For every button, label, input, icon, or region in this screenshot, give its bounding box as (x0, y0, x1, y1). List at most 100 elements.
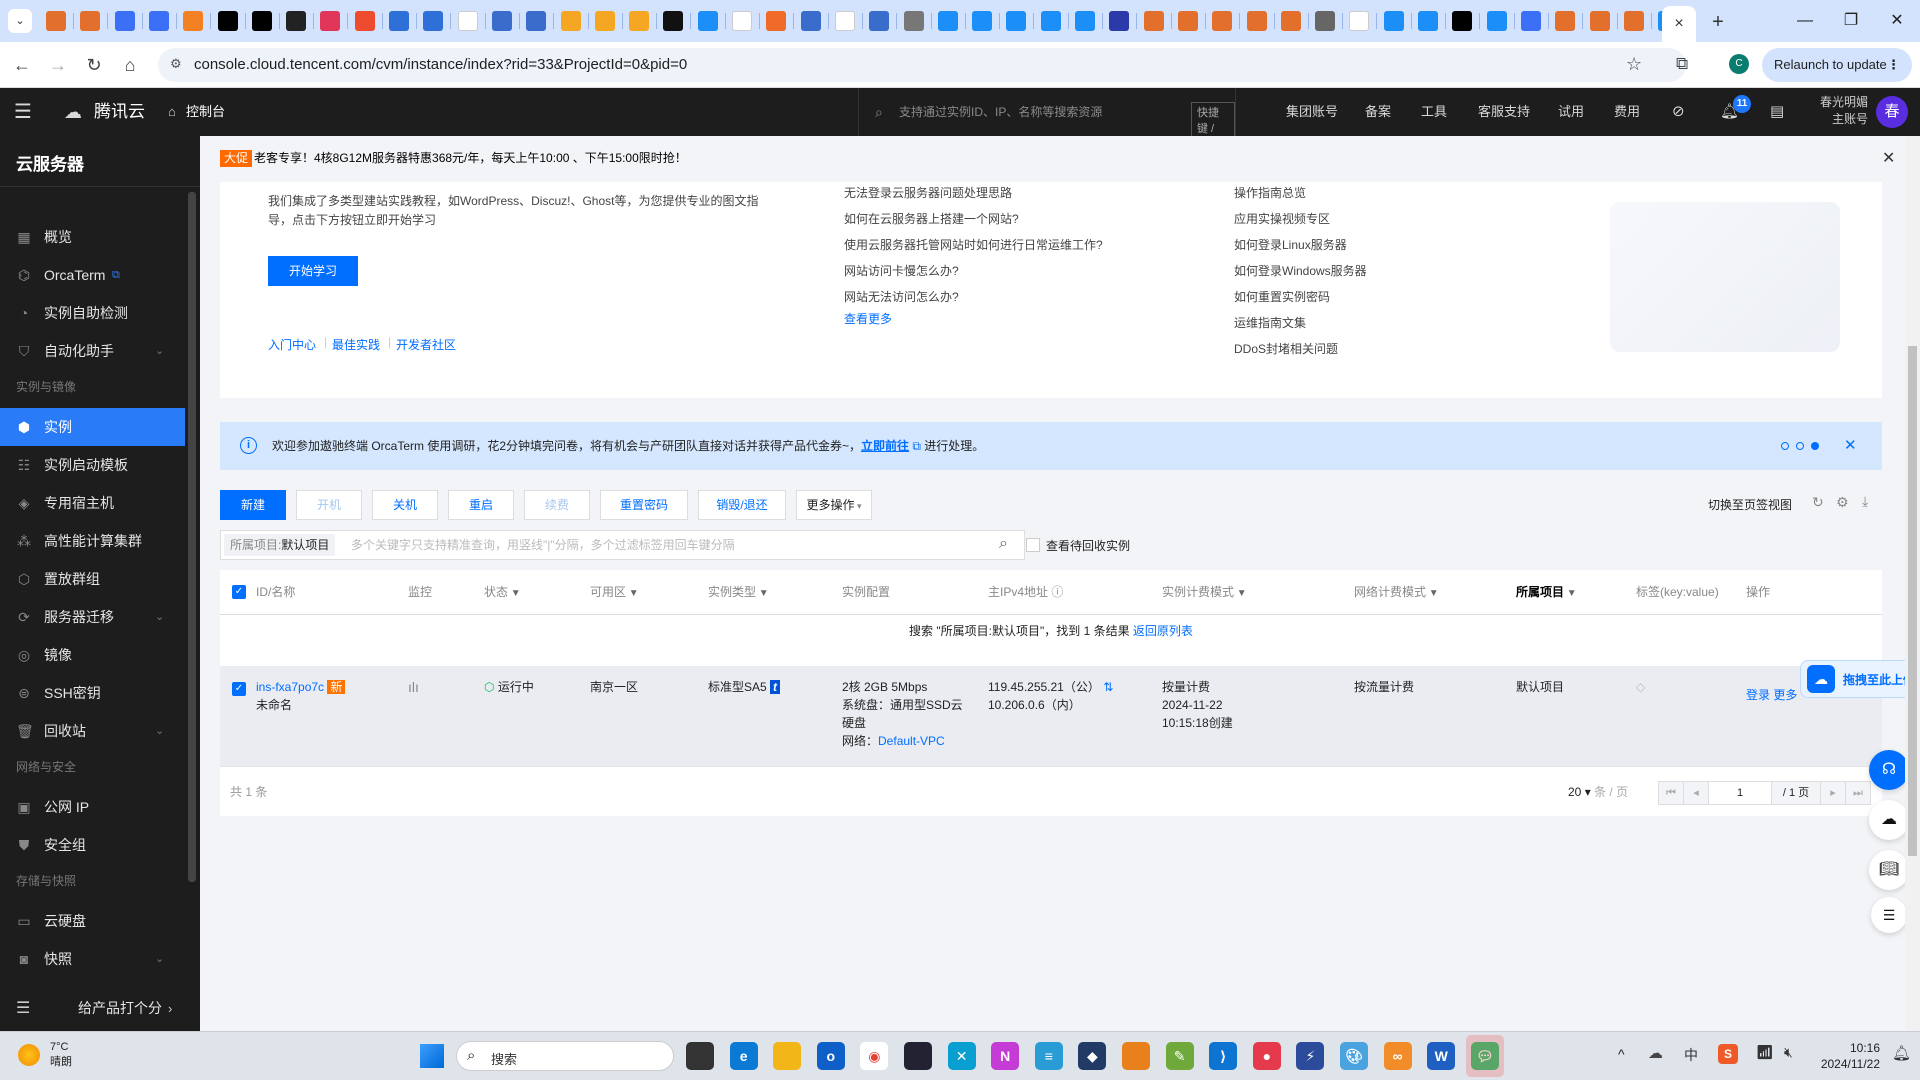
download-icon[interactable]: ⤓ (1862, 493, 1868, 510)
promo-text[interactable]: 老客专享！4核8G12M服务器特惠368元/年，每天上午10:00 、下午15:… (254, 150, 687, 167)
pinned-tab-favicon-icon[interactable] (697, 11, 718, 31)
change-ip-icon[interactable]: ⇅ (1103, 680, 1113, 694)
account-info[interactable]: 春光明媚 主账号 (1814, 94, 1868, 128)
page-scrollbar[interactable] (1905, 136, 1920, 1031)
xmind-icon[interactable]: ✕ (947, 1042, 976, 1070)
pinned-tab-favicon-icon[interactable] (526, 11, 547, 31)
sidebar-item-template[interactable]: ☷ 实例启动模板 (0, 446, 185, 484)
pinned-tab-favicon-icon[interactable] (869, 11, 890, 31)
sidebar-item-key[interactable]: ⊜ SSH密钥 (0, 674, 185, 712)
virtualbox-icon[interactable]: ◆ (1078, 1042, 1107, 1070)
pinned-tab-favicon-icon[interactable] (1520, 11, 1541, 31)
notice-link[interactable]: 立即前往 (861, 439, 909, 453)
faq-link[interactable]: 网站访问卡慢怎么办? (844, 262, 959, 279)
settings-gear-icon[interactable]: ⚙ (1836, 494, 1849, 511)
column-header[interactable]: 所属项目 ▼ (1516, 570, 1577, 614)
pinned-tab-favicon-icon[interactable] (148, 11, 169, 31)
toolbar-button-6[interactable]: 销毁/退还 (698, 490, 786, 520)
sidebar-item-placement[interactable]: ⬡ 置放群组 (0, 560, 185, 598)
pinned-tab-favicon-icon[interactable] (594, 11, 615, 31)
pinned-tab-favicon-icon[interactable] (1383, 11, 1404, 31)
nav-group-account[interactable]: 集团账号 (1286, 88, 1338, 136)
nav-tools[interactable]: 工具 (1421, 88, 1447, 136)
prev-page-button[interactable]: ◂ (1683, 781, 1709, 805)
menu-kebab-icon[interactable]: ⋮ (1887, 48, 1900, 82)
pinned-tab-favicon-icon[interactable] (423, 11, 444, 31)
hamburger-menu-icon[interactable]: ☰ (14, 88, 32, 136)
restore-button[interactable]: ❐ (1828, 6, 1874, 36)
guide-link[interactable]: DDoS封堵相关问题 (1234, 340, 1338, 357)
instance-id-link[interactable]: ins-fxa7po7c (256, 680, 324, 694)
sidebar-item-trash[interactable]: 🗑︎ 回收站 ⌄ (0, 712, 185, 750)
vscode-icon[interactable]: ⟩ (1209, 1042, 1238, 1070)
pinned-tab-favicon-icon[interactable] (1246, 11, 1267, 31)
recycle-checkbox-label[interactable]: 查看待回收实例 (1046, 537, 1130, 554)
sogou-ime-icon[interactable]: S (1718, 1044, 1738, 1064)
console-link[interactable]: 控制台 (186, 88, 225, 136)
back-to-list-link[interactable]: 返回原列表 (1133, 624, 1193, 638)
filter-icon[interactable]: ▼ (1426, 588, 1439, 599)
sidebar-item-image[interactable]: ◎ 镜像 (0, 636, 185, 674)
promo-banner[interactable]: 大促 老客专享！4核8G12M服务器特惠368元/年，每天上午10:00 、下午… (200, 136, 1905, 182)
cloud-assistant-icon[interactable]: ☁ (1869, 800, 1909, 840)
pinned-tab-favicon-icon[interactable] (1212, 11, 1233, 31)
pinned-tab-favicon-icon[interactable] (1040, 11, 1061, 31)
filter-icon[interactable]: ▼ (626, 588, 639, 599)
toolbar-button-3[interactable]: 重启 (448, 490, 514, 520)
menu-list-icon[interactable]: ☰ (1871, 897, 1907, 933)
switch-tab-view-link[interactable]: 切换至页签视图 (1708, 496, 1792, 513)
toolbar-button-2[interactable]: 关机 (372, 490, 438, 520)
pinned-tab-favicon-icon[interactable] (1555, 11, 1576, 31)
toolbar-button-7[interactable]: 更多操作 ▾ (796, 490, 872, 520)
pinned-tab-favicon-icon[interactable] (457, 11, 478, 31)
edge-icon[interactable]: e (729, 1042, 758, 1070)
app-icon[interactable] (904, 1042, 932, 1070)
notepadpp-icon[interactable]: ✎ (1165, 1042, 1194, 1070)
filter-icon[interactable]: ▼ (508, 588, 521, 599)
pinned-tab-favicon-icon[interactable] (903, 11, 924, 31)
window-close-button[interactable]: ✕ (1874, 6, 1920, 36)
forward-icon[interactable]: → (44, 51, 72, 79)
remote-desktop-icon[interactable]: ⚡ (1296, 1042, 1325, 1070)
tab-search-dropdown[interactable]: ⌄ (8, 9, 32, 33)
link-getting-started[interactable]: 入门中心 (268, 336, 316, 353)
sidebar-item-camera[interactable]: ◙ 快照 ⌄ (0, 940, 185, 978)
workorder-icon[interactable]: ▤ (1770, 88, 1784, 136)
notification-bell-icon[interactable]: 🔔︎ (1892, 1044, 1911, 1062)
faq-link[interactable]: 使用云服务器托管网站时如何进行日常运维工作? (844, 236, 1103, 253)
carousel-dot[interactable] (1781, 442, 1789, 450)
pinned-tab-favicon-icon[interactable] (286, 11, 307, 31)
carousel-dot[interactable] (1796, 442, 1804, 450)
resource-search[interactable]: ⌕ 支持通过实例ID、IP、名称等搜索资源 快捷键 / (858, 88, 1236, 138)
close-icon[interactable]: ✕ (1882, 148, 1895, 168)
first-page-button[interactable]: ⏮ (1658, 781, 1684, 805)
pinned-tab-favicon-icon[interactable] (1143, 11, 1164, 31)
faq-more-link[interactable]: 查看更多 (844, 310, 892, 327)
toolbar-button-0[interactable]: 新建 (220, 490, 286, 520)
guide-link[interactable]: 如何登录Windows服务器 (1234, 262, 1367, 279)
pinned-tab-favicon-icon[interactable] (389, 11, 409, 31)
nav-trial[interactable]: 试用 (1558, 88, 1584, 136)
volume-muted-icon[interactable]: 🔇︎ (1784, 1044, 1793, 1061)
filter-icon[interactable]: ▼ (1564, 588, 1577, 599)
start-learning-button[interactable]: 开始学习 (268, 256, 358, 286)
column-header[interactable]: 实例类型 ▼ (708, 570, 769, 614)
chrome-icon[interactable]: ◉ (860, 1042, 889, 1070)
docs-book-icon[interactable]: 📖︎ (1869, 850, 1909, 890)
active-tab[interactable]: × (1662, 6, 1696, 42)
notepad-icon[interactable]: ≡ (1034, 1042, 1063, 1070)
ime-indicator[interactable]: 中 (1684, 1045, 1698, 1065)
pinned-tab-favicon-icon[interactable] (560, 11, 581, 31)
page-number-input[interactable]: 1 (1708, 781, 1772, 805)
close-tab-icon[interactable]: × (1674, 15, 1683, 32)
sidebar-item-ip[interactable]: ▣ 公网 IP (0, 788, 185, 826)
app-icon[interactable]: ● (1252, 1042, 1281, 1070)
site-info-icon[interactable]: ⚙ (170, 56, 182, 72)
back-icon[interactable]: ← (8, 51, 36, 79)
pinned-tab-favicon-icon[interactable] (1075, 11, 1095, 31)
faq-link[interactable]: 无法登录云服务器问题处理思路 (844, 184, 1012, 201)
drag-upload-widget[interactable]: ☁ 拖拽至此上传 (1800, 660, 1920, 698)
pinned-tab-favicon-icon[interactable] (217, 11, 238, 31)
outlook-icon[interactable]: o (816, 1042, 845, 1070)
pinned-tab-favicon-icon[interactable] (1589, 11, 1610, 31)
